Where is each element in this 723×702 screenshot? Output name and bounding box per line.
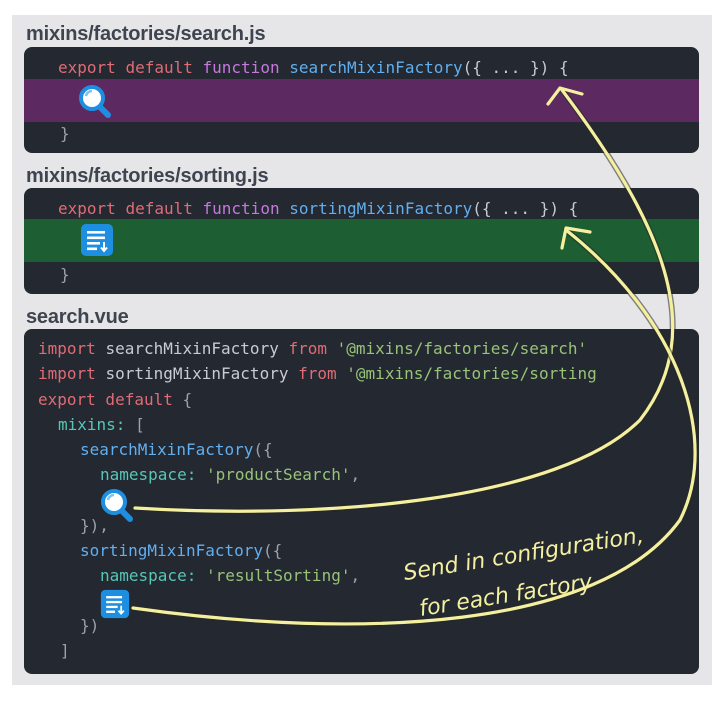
- arrows-overlay: Send in configuration, for each factory: [130, 86, 699, 627]
- search-arrow-shadow: [132, 87, 676, 515]
- search-config-arrow: [133, 88, 675, 513]
